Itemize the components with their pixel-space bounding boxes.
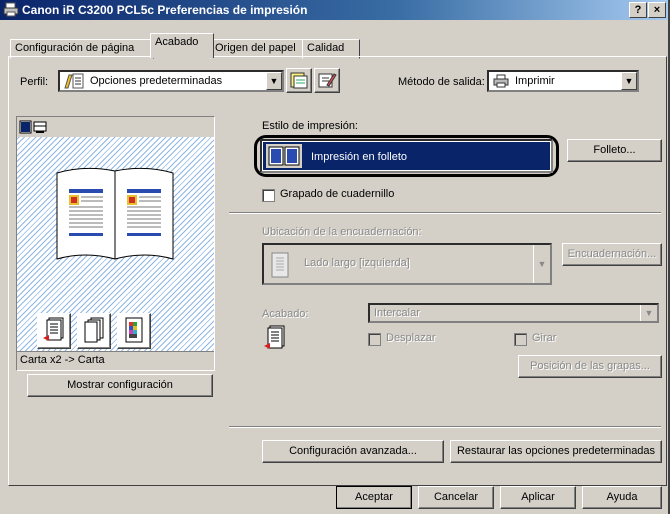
finishing-value: Intercalar (374, 307, 420, 319)
close-title-button[interactable]: × (648, 2, 666, 18)
apply-button[interactable]: Aplicar (500, 486, 576, 509)
edit-profile-button[interactable] (286, 68, 312, 93)
rotate-label: Girar (532, 332, 557, 344)
booklet-preview-image (56, 167, 174, 260)
preview-header (17, 117, 214, 137)
booklet-button[interactable]: Folleto... (567, 139, 662, 162)
profile-add-icon (318, 73, 337, 88)
add-profile-button[interactable] (314, 68, 340, 93)
binding-location-value: Lado largo [izquierda] (304, 257, 410, 269)
finishing-color-button[interactable] (117, 313, 151, 349)
booklet-icon (266, 144, 302, 168)
title-bar: Canon iR C3200 PCL5c Preferencias de imp… (0, 0, 668, 20)
collate-icon (43, 317, 64, 341)
chevron-down-icon[interactable]: ▼ (533, 245, 550, 283)
chevron-down-icon[interactable]: ▼ (621, 72, 637, 90)
finishing-label: Acabado: (262, 308, 309, 320)
stack-icon (84, 317, 104, 343)
print-style-value: Impresión en folleto (311, 151, 407, 163)
profile-combo[interactable]: Opciones predeterminadas ▼ (58, 70, 284, 92)
printer-preferences-window: Canon iR C3200 PCL5c Preferencias de imp… (0, 0, 670, 514)
offset-checkbox[interactable] (368, 333, 381, 346)
binding-location-label: Ubicación de la encuadernación: (262, 226, 422, 238)
offset-label: Desplazar (386, 332, 436, 344)
window-title: Canon iR C3200 PCL5c Preferencias de imp… (22, 3, 308, 17)
preview-caption: Carta x2 -> Carta (20, 354, 105, 366)
profile-value: Opciones predeterminadas (90, 75, 223, 87)
finishing-collate-icon (264, 325, 285, 349)
ok-button[interactable]: Aceptar (336, 486, 412, 509)
printer-icon (3, 2, 19, 17)
chevron-down-icon[interactable]: ▼ (640, 305, 657, 321)
tab-finishing[interactable]: Acabado (150, 33, 214, 58)
print-style-list[interactable]: Impresión en folleto (260, 139, 553, 173)
binding-location-combo[interactable]: Lado largo [izquierda] ▼ (262, 243, 552, 285)
finishing-group-button[interactable] (77, 313, 111, 349)
separator (229, 212, 661, 214)
binding-page-icon (271, 252, 289, 278)
booklet-staple-label: Grapado de cuadernillo (280, 188, 395, 200)
output-method-combo[interactable]: Imprimir ▼ (487, 70, 639, 92)
profile-icon (64, 73, 84, 89)
help-button[interactable]: Ayuda (582, 486, 662, 509)
print-style-label: Estilo de impresión: (262, 120, 358, 132)
printer-icon (493, 74, 509, 88)
color-page-icon (125, 317, 143, 343)
chevron-down-icon[interactable]: ▼ (266, 72, 282, 90)
profile-label: Perfil: (20, 76, 49, 88)
show-settings-button[interactable]: Mostrar configuración (27, 374, 213, 397)
staple-position-button[interactable]: Posición de las grapas... (518, 355, 662, 378)
restore-defaults-button[interactable]: Restaurar las opciones predeterminadas (450, 440, 662, 463)
rotate-checkbox[interactable] (514, 333, 527, 346)
booklet-staple-checkbox[interactable] (262, 189, 275, 202)
output-method-value: Imprimir (515, 75, 555, 87)
finishing-combo[interactable]: Intercalar ▼ (368, 303, 659, 323)
view-mode-icon[interactable] (19, 120, 49, 134)
preview-panel: Carta x2 -> Carta (16, 116, 215, 371)
print-style-selected-item[interactable]: Impresión en folleto (263, 142, 550, 170)
output-method-label: Método de salida: (398, 76, 485, 88)
help-title-button[interactable]: ? (629, 2, 647, 18)
advanced-settings-button[interactable]: Configuración avanzada... (262, 440, 444, 463)
finishing-collate-button[interactable] (37, 313, 71, 349)
profile-edit-icon (290, 72, 308, 89)
binding-button[interactable]: Encuadernación... (562, 243, 662, 266)
separator (229, 426, 661, 428)
cancel-button[interactable]: Cancelar (418, 486, 494, 509)
preview-footer: Carta x2 -> Carta (17, 351, 214, 370)
